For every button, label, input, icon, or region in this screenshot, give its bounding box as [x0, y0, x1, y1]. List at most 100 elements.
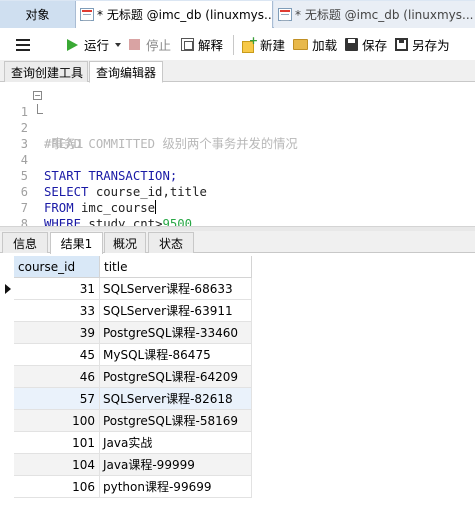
save-button[interactable]: 保存: [345, 33, 387, 57]
table-row[interactable]: 45 MySQL课程-86475: [0, 344, 252, 366]
row-pointer-icon: [5, 284, 11, 294]
save-label: 保存: [362, 38, 388, 53]
row-header[interactable]: [0, 344, 14, 366]
cell-course-id[interactable]: 57: [14, 388, 100, 410]
row-header[interactable]: [0, 410, 14, 432]
cell-title[interactable]: PostgreSQL课程-58169: [100, 410, 252, 432]
cell-title[interactable]: SQLServer课程-68633: [100, 278, 252, 300]
cell-course-id[interactable]: 33: [14, 300, 100, 322]
column-header-title[interactable]: title: [100, 256, 252, 278]
new-button[interactable]: 新建: [242, 33, 285, 57]
cell-course-id[interactable]: 31: [14, 278, 100, 300]
explain-icon: [181, 38, 195, 51]
tab-query-1[interactable]: * 无标题 @imc_db (linuxmys...: [75, 1, 273, 28]
stop-button[interactable]: 停止: [129, 33, 171, 57]
tab-query-editor-label: 查询编辑器: [96, 65, 157, 80]
cell-title[interactable]: MySQL课程-86475: [100, 344, 252, 366]
cell-title[interactable]: Java课程-99999: [100, 454, 252, 476]
cell-course-id[interactable]: 106: [14, 476, 100, 498]
tab-query-editor[interactable]: 查询编辑器: [89, 61, 163, 83]
cell-course-id[interactable]: 46: [14, 366, 100, 388]
table-row[interactable]: 100 PostgreSQL课程-58169: [0, 410, 252, 432]
query-toolbar: 运行 停止 解释 新建 加载 保存 另存为: [0, 29, 475, 60]
tab-query-2[interactable]: * 无标题 @imc_db (linuxmys...: [274, 1, 475, 28]
code-line: 6 FROM imc_course: [0, 168, 475, 215]
tab-query-1-label: * 无标题 @imc_db (linuxmys...: [97, 8, 273, 22]
save-as-button[interactable]: 另存为: [395, 33, 450, 57]
code-line: 7 WHERE study_cnt>9500: [0, 184, 475, 227]
code-line: 3: [0, 120, 475, 151]
tab-query-builder-label: 查询创建工具: [11, 65, 84, 80]
stop-label: 停止: [146, 38, 172, 53]
play-icon: [67, 38, 78, 51]
cell-title[interactable]: SQLServer课程-63911: [100, 300, 252, 322]
tab-result-1-label: 结果1: [60, 237, 93, 251]
result-tab-bar: 信息 结果1 概况 状态: [0, 231, 475, 254]
row-header[interactable]: [0, 322, 14, 344]
table-row[interactable]: 46 PostgreSQL课程-64209: [0, 366, 252, 388]
table-row[interactable]: 31 SQLServer课程-68633: [0, 278, 252, 300]
cell-title[interactable]: PostgreSQL课程-64209: [100, 366, 252, 388]
tab-result-1[interactable]: 结果1: [50, 232, 103, 254]
cell-course-id[interactable]: 104: [14, 454, 100, 476]
load-label: 加载: [312, 38, 338, 53]
table-row[interactable]: 101 Java实战: [0, 432, 252, 454]
tab-objects[interactable]: 对象: [0, 1, 75, 28]
tab-status[interactable]: 状态: [148, 232, 194, 253]
editor-tab-bar: 查询创建工具 查询编辑器: [0, 60, 475, 83]
table-row[interactable]: 106 python课程-99699: [0, 476, 252, 498]
save-as-icon: [395, 38, 409, 51]
code-line: 1 − #READ COMMITTED 级别两个事务并发的情况: [0, 88, 475, 151]
cell-title[interactable]: PostgreSQL课程-33460: [100, 322, 252, 344]
tab-objects-label: 对象: [25, 8, 50, 22]
tab-query-2-label: * 无标题 @imc_db (linuxmys...: [295, 8, 474, 22]
query-tab-icon: [278, 8, 292, 21]
stop-icon: [129, 39, 141, 50]
load-button[interactable]: 加载: [293, 33, 337, 57]
table-row[interactable]: 33 SQLServer课程-63911: [0, 300, 252, 322]
fold-icon[interactable]: −: [33, 91, 42, 100]
table-row[interactable]: 39 PostgreSQL课程-33460: [0, 322, 252, 344]
code-line: 8 ;: [0, 200, 475, 227]
table-row[interactable]: 57 SQLServer课程-82618: [0, 388, 252, 410]
row-header[interactable]: [0, 454, 14, 476]
folder-icon: [293, 39, 309, 50]
grid-header: course_id title: [0, 256, 252, 278]
result-grid[interactable]: course_id title 31 SQLServer课程-68633 33 …: [0, 256, 475, 522]
row-header[interactable]: [0, 432, 14, 454]
tab-query-builder[interactable]: 查询创建工具: [4, 61, 88, 82]
column-header-course-id[interactable]: course_id: [14, 256, 100, 278]
table-row[interactable]: 104 Java课程-99999: [0, 454, 252, 476]
cell-course-id[interactable]: 101: [14, 432, 100, 454]
cell-course-id[interactable]: 100: [14, 410, 100, 432]
query-tab-icon: [80, 8, 94, 21]
sql-editor[interactable]: 1 − #READ COMMITTED 级别两个事务并发的情况 2 #事务1 3…: [0, 83, 475, 227]
row-header[interactable]: [0, 366, 14, 388]
code-line: 2 #事务1: [0, 104, 475, 151]
save-as-label: 另存为: [412, 38, 450, 53]
run-button[interactable]: 运行: [67, 33, 122, 57]
code-line: 4 START TRANSACTION;: [0, 136, 475, 183]
row-header[interactable]: [0, 388, 14, 410]
cell-course-id[interactable]: 45: [14, 344, 100, 366]
explain-button[interactable]: 解释: [181, 33, 223, 57]
row-header[interactable]: [0, 300, 14, 322]
run-label: 运行: [84, 38, 110, 53]
chevron-down-icon[interactable]: [115, 42, 122, 47]
menu-icon[interactable]: [13, 33, 33, 57]
tab-overview[interactable]: 概况: [104, 232, 146, 253]
cell-title[interactable]: Java实战: [100, 432, 252, 454]
cell-title[interactable]: python课程-99699: [100, 476, 252, 498]
cell-title[interactable]: SQLServer课程-82618: [100, 388, 252, 410]
explain-label: 解释: [198, 38, 224, 53]
code-line: 5 SELECT course_id,title: [0, 152, 475, 199]
row-header[interactable]: [0, 278, 14, 300]
new-label: 新建: [260, 38, 286, 53]
new-icon: [242, 34, 258, 53]
document-tab-bar: 对象 * 无标题 @imc_db (linuxmys... * 无标题 @imc…: [0, 0, 475, 28]
row-header[interactable]: [0, 476, 14, 498]
toolbar-divider: [233, 34, 235, 55]
save-icon: [345, 38, 359, 51]
tab-info[interactable]: 信息: [2, 232, 48, 253]
cell-course-id[interactable]: 39: [14, 322, 100, 344]
